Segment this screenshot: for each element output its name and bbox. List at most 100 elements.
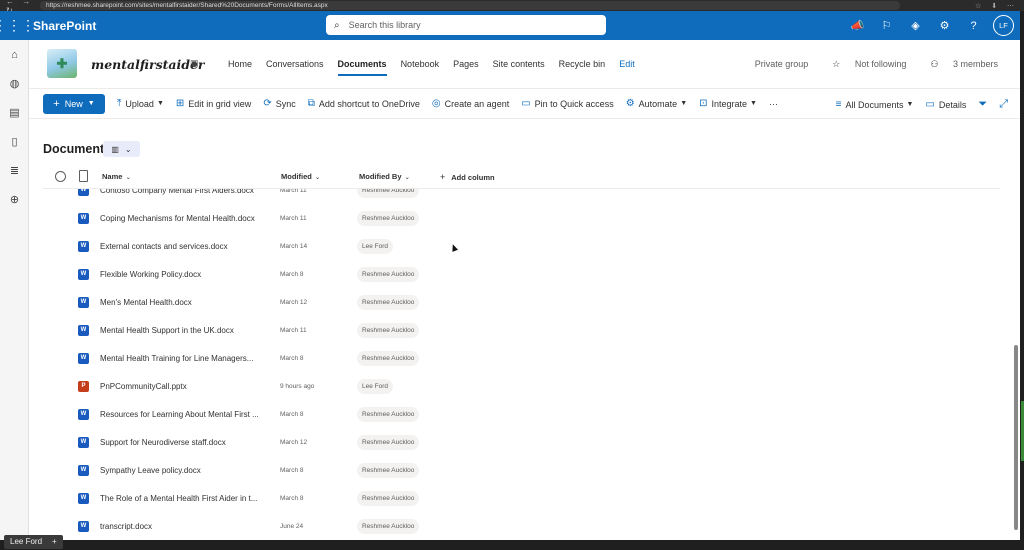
modified-by-persona[interactable]: Reshmee Auckloo (357, 435, 420, 450)
file-type-column-icon[interactable] (79, 170, 88, 182)
app-launcher-icon[interactable]: ⋮⋮⋮ (0, 11, 35, 40)
search-box[interactable]: ⌕ Search this library (326, 15, 606, 35)
modified-by-persona[interactable]: Reshmee Auckloo (357, 211, 420, 226)
table-row[interactable]: W Men's Mental Health.docx March 12 Reshmee… (43, 288, 1000, 316)
create-icon[interactable]: ⊕ (0, 185, 29, 214)
table-row[interactable]: W Sympathy Leave policy.docx March 8 Reshme… (43, 456, 1000, 484)
library-view-switcher[interactable]: ▥ ⌄ (103, 141, 140, 157)
chevron-down-icon: ⌄ (314, 174, 321, 181)
site-name[interactable]: mentalfirstaider (91, 57, 205, 72)
participant-add[interactable]: + (52, 535, 57, 549)
table-row[interactable]: P PnPCommunityCall.pptx 9 hours ago Lee For… (43, 372, 1000, 400)
left-app-rail: ⌂ ◍ ▤ ▯ ≣ ⊕ (0, 40, 29, 540)
nav-documents[interactable]: Documents (337, 59, 387, 76)
file-name[interactable]: Mental Health Support in the UK.docx (100, 326, 234, 335)
modified-by-persona[interactable]: Reshmee Auckloo (357, 267, 420, 282)
edit-grid-button[interactable]: ⊞ Edit in grid view (176, 98, 251, 109)
column-name-label: Name (102, 172, 123, 181)
new-button[interactable]: + New ▼ (43, 93, 105, 114)
file-name[interactable]: PnPCommunityCall.pptx (100, 382, 187, 391)
news-icon[interactable]: ▤ (0, 98, 29, 127)
add-shortcut-button[interactable]: ⧉ Add shortcut to OneDrive (308, 98, 420, 109)
table-row[interactable]: W Mental Health Training for Line Manager… (43, 344, 1000, 372)
integrate-button[interactable]: ⊡ Integrate ▼ (699, 98, 757, 109)
scrollbar-thumb[interactable] (1014, 345, 1018, 530)
table-row[interactable]: W Support for Neurodiverse staff.docx Marc… (43, 428, 1000, 456)
user-avatar[interactable]: LF (993, 15, 1014, 36)
table-row[interactable]: Wtranscript.docx June 24 Reshmee Auckloo (43, 512, 1000, 540)
more-button[interactable]: ··· (769, 99, 778, 109)
sharepoint-brand[interactable]: SharePoint (33, 19, 313, 33)
table-row[interactable]: W Resources for Learning About Mental Fir… (43, 400, 1000, 428)
expand-icon[interactable]: ⤢ (999, 98, 1008, 111)
column-modified[interactable]: Modified ⌄ (281, 172, 320, 181)
nav-home[interactable]: Home (228, 59, 252, 69)
modified-by-persona[interactable]: Reshmee Auckloo (357, 491, 420, 506)
table-row[interactable]: W The Role of a Mental Health First Aider… (43, 484, 1000, 512)
modified-by-persona[interactable]: Reshmee Auckloo (357, 323, 420, 338)
help-icon[interactable]: ? (959, 20, 988, 32)
file-name[interactable]: Resources for Learning About Mental Firs… (100, 410, 259, 419)
table-row[interactable]: W Mental Health Support in the UK.docx Mar… (43, 316, 1000, 344)
file-name[interactable]: transcript.docx (100, 522, 152, 531)
file-icon[interactable]: ▯ (0, 127, 29, 156)
file-name[interactable]: Flexible Working Policy.docx (100, 270, 201, 279)
file-name[interactable]: Coping Mechanisms for Mental Health.docx (100, 214, 255, 223)
details-button[interactable]: ▭ Details (925, 99, 966, 110)
sync-icon: ⟳ (263, 98, 272, 109)
view-selector[interactable]: ≡ All Documents ▼ (836, 99, 914, 110)
grid-icon: ⊞ (175, 98, 185, 109)
select-all-checkbox[interactable] (55, 171, 66, 182)
nav-recycle-bin[interactable]: Recycle bin (559, 59, 606, 69)
sync-button[interactable]: ⟳ Sync (263, 98, 295, 109)
globe-icon[interactable]: ◍ (0, 69, 29, 98)
column-headers: Name ⌄ Modified ⌄ Modified By ⌄ + Add column (43, 165, 1000, 189)
suite-actions: 📣 ⚐ ◈ ⚙ ? LF (843, 11, 1014, 40)
file-name[interactable]: Sympathy Leave policy.docx (100, 466, 201, 475)
nav-edit[interactable]: Edit (619, 59, 635, 69)
follow-button[interactable]: ☆ Not following (820, 59, 906, 70)
nav-site-contents[interactable]: Site contents (493, 59, 545, 69)
modified-by-persona[interactable]: Reshmee Auckloo (357, 295, 420, 310)
site-logo[interactable]: ✚ (47, 49, 77, 78)
copilot-icon[interactable]: ◈ (901, 19, 930, 32)
members-button[interactable]: ⚇ 3 members (918, 59, 998, 70)
table-row[interactable]: W Flexible Working Policy.docx March 8 Resh… (43, 260, 1000, 288)
modified-by-persona[interactable]: Reshmee Auckloo (357, 519, 420, 534)
modified-by-persona[interactable]: Reshmee Auckloo (357, 463, 420, 478)
teams-link-icon[interactable]: ▣ (190, 58, 199, 69)
modified-by-persona[interactable]: Lee Ford (357, 379, 394, 394)
nav-conversations[interactable]: Conversations (266, 59, 324, 69)
add-column-button[interactable]: + Add column (440, 172, 495, 182)
list-scrollbar[interactable] (1012, 190, 1020, 540)
home-icon[interactable]: ⌂ (0, 40, 29, 69)
filter-icon[interactable]: ⏷ (978, 98, 987, 111)
megaphone-icon[interactable]: 📣 (843, 19, 872, 32)
library-icon: ▥ (111, 144, 119, 154)
browser-extension-icons[interactable]: ☆ ⬇ ⋯ (975, 2, 1018, 10)
table-row[interactable]: W External contacts and services.docx Marc… (43, 232, 1000, 260)
modified-by-persona[interactable]: Reshmee Auckloo (357, 351, 420, 366)
file-name[interactable]: Support for Neurodiverse staff.docx (100, 438, 226, 447)
gear-icon[interactable]: ⚙ (930, 19, 959, 32)
column-modified-by[interactable]: Modified By ⌄ (359, 172, 410, 181)
feedback-icon[interactable]: ⚐ (872, 19, 901, 32)
modified-date: March 12 (280, 299, 308, 306)
automate-button[interactable]: ⚙ Automate ▼ (626, 98, 687, 109)
file-name[interactable]: Mental Health Training for Line Managers… (100, 354, 253, 363)
modified-by-persona[interactable]: Reshmee Auckloo (357, 407, 420, 422)
nav-notebook[interactable]: Notebook (401, 59, 440, 69)
browser-address-bar[interactable]: https://reshmee.sharepoint.com/sites/men… (40, 1, 900, 10)
file-name[interactable]: The Role of a Mental Health First Aider … (100, 494, 257, 503)
table-row[interactable]: W Coping Mechanisms for Mental Health.doc… (43, 204, 1000, 232)
file-name[interactable]: Men's Mental Health.docx (100, 298, 192, 307)
column-name[interactable]: Name ⌄ (102, 172, 131, 181)
list-icon[interactable]: ≣ (0, 156, 29, 185)
nav-pages[interactable]: Pages (453, 59, 479, 69)
create-agent-button[interactable]: ◎ Create an agent (432, 98, 509, 109)
pin-quick-access-button[interactable]: ▭ Pin to Quick access (521, 98, 613, 109)
upload-button[interactable]: ⤒ Upload ▼ (117, 98, 164, 109)
create-agent-label: Create an agent (444, 98, 510, 109)
modified-by-persona[interactable]: Lee Ford (357, 239, 394, 254)
file-name[interactable]: External contacts and services.docx (100, 242, 228, 251)
